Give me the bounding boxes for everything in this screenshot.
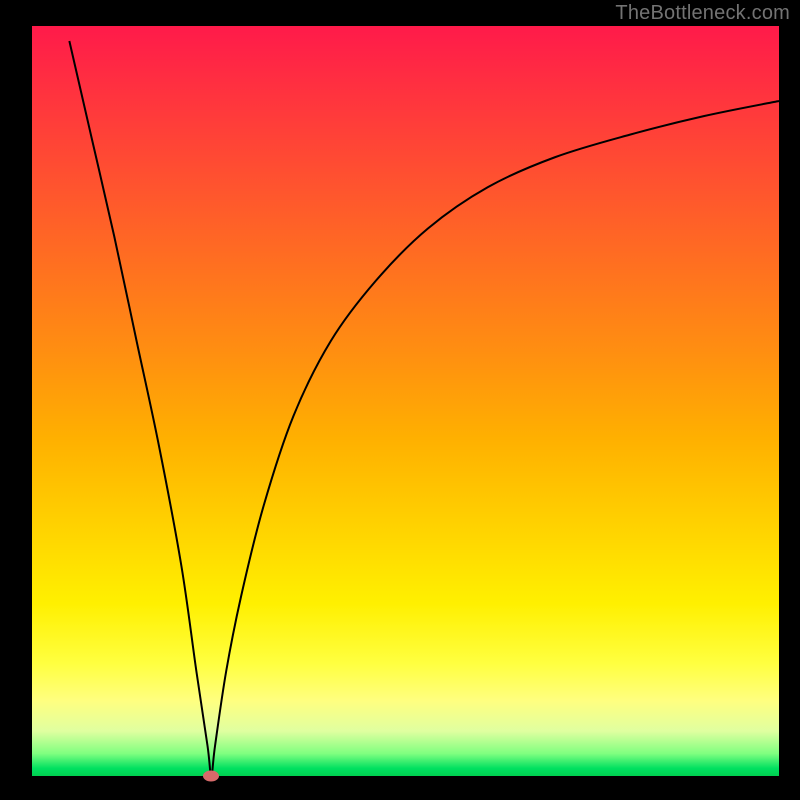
chart-container: TheBottleneck.com <box>0 0 800 800</box>
watermark-label: TheBottleneck.com <box>615 2 790 25</box>
optimum-marker <box>203 771 219 782</box>
plot-area <box>32 26 779 776</box>
